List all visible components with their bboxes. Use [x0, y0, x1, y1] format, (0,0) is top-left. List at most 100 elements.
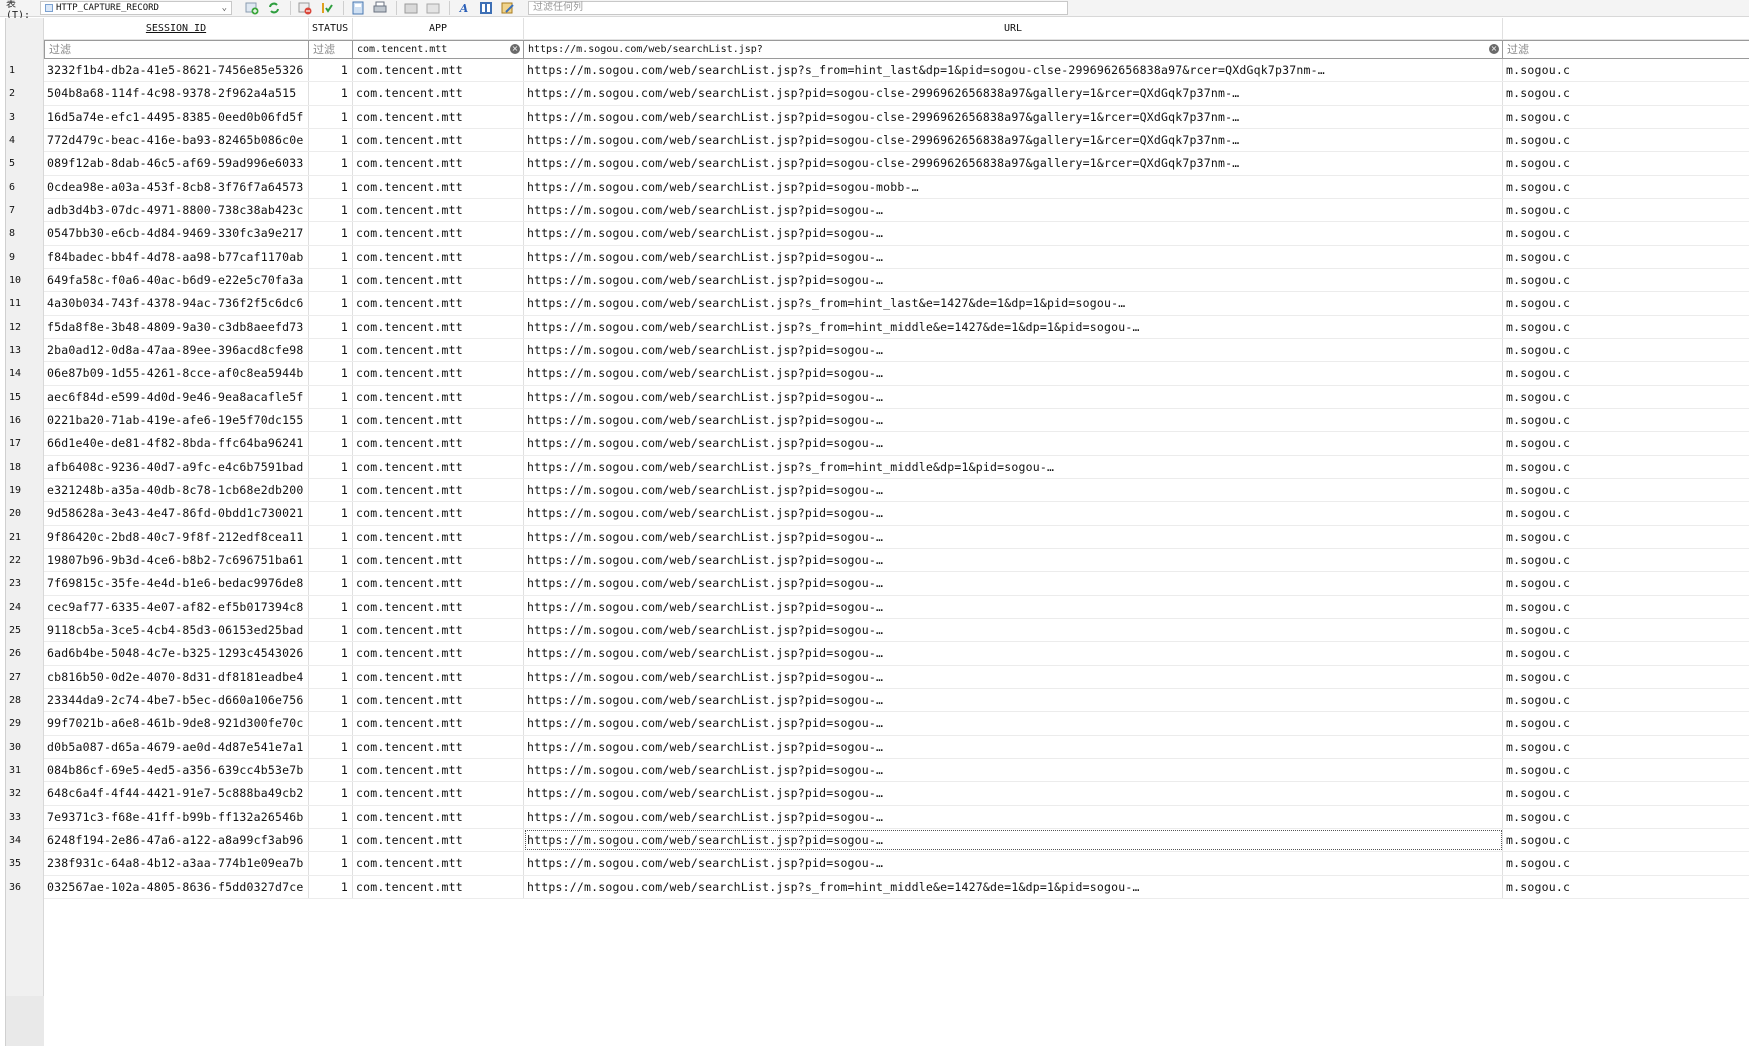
row-number[interactable]: 18 — [6, 456, 44, 479]
table-row[interactable]: 238f931c-64a8-4b12-a3aa-774b1e09ea7b 1 com… — [44, 852, 1749, 876]
status-cell[interactable]: 1 — [309, 59, 353, 82]
session-id-cell[interactable]: 3232f1b4-db2a-41e5-8621-7456e85e5326 — [44, 59, 309, 82]
status-cell[interactable]: 1 — [309, 572, 353, 595]
app-cell[interactable]: com.tencent.mtt — [353, 525, 524, 548]
url-cell[interactable]: https://m.sogou.com/web/searchList.jsp?p… — [524, 338, 1503, 362]
table-row[interactable]: 7f69815c-35fe-4e4d-b1e6-bedac9976de8 1 com… — [44, 572, 1749, 596]
url-cell[interactable]: https://m.sogou.com/web/searchList.jsp?p… — [524, 362, 1503, 385]
host-cell[interactable]: m.sogou.c — [1503, 269, 1749, 291]
session-id-cell[interactable]: 9118cb5a-3ce5-4cb4-85d3-06153ed25bad — [44, 618, 309, 642]
row-number[interactable]: 10 — [6, 269, 44, 292]
session-id-cell[interactable]: 6ad6b4be-5048-4c7e-b325-1293c4543026 — [44, 642, 309, 665]
table-row[interactable]: f84badec-bb4f-4d78-aa98-b77caf1170ab 1 com… — [44, 245, 1749, 269]
app-cell[interactable]: com.tencent.mtt — [353, 59, 524, 82]
status-cell[interactable]: 1 — [309, 805, 353, 828]
font-icon[interactable]: A — [456, 1, 472, 15]
status-cell[interactable]: 1 — [309, 82, 353, 105]
table-row[interactable]: adb3d4b3-07dc-4971-8800-738c38ab423c 1 com… — [44, 198, 1749, 223]
table-row[interactable]: 9118cb5a-3ce5-4cb4-85d3-06153ed25bad 1 com… — [44, 618, 1749, 643]
row-number[interactable]: 2 — [6, 82, 44, 105]
table-select[interactable]: HTTP_CAPTURE_RECORD ⌄ — [40, 1, 232, 15]
row-number[interactable]: 33 — [6, 806, 44, 829]
table-row[interactable]: d0b5a087-d65a-4679-ae0d-4d87e541e7a1 1 com… — [44, 735, 1749, 759]
table-row[interactable]: 66d1e40e-de81-4f82-8bda-ffc64ba96241 1 com… — [44, 432, 1749, 456]
host-cell[interactable]: m.sogou.c — [1503, 316, 1749, 338]
status-cell[interactable]: 1 — [309, 618, 353, 642]
status-cell[interactable]: 1 — [309, 268, 353, 292]
session-id-cell[interactable]: 649fa58c-f0a6-40ac-b6d9-e22e5c70fa3a — [44, 268, 309, 292]
url-cell[interactable]: https://m.sogou.com/web/searchList.jsp?p… — [524, 758, 1503, 782]
url-cell[interactable]: https://m.sogou.com/web/searchList.jsp?p… — [524, 408, 1503, 432]
session-id-cell[interactable]: cb816b50-0d2e-4070-8d31-df8181eadbe4 — [44, 665, 309, 688]
app-cell[interactable]: com.tencent.mtt — [353, 875, 524, 898]
table-row[interactable]: 0547bb30-e6cb-4d84-9469-330fc3a9e217 1 com… — [44, 222, 1749, 246]
url-filter-input[interactable]: https://m.sogou.com/web/searchList.jsp? … — [524, 40, 1503, 59]
host-cell[interactable]: m.sogou.c — [1503, 572, 1749, 594]
url-cell[interactable]: https://m.sogou.com/web/searchList.jsp?p… — [524, 268, 1503, 292]
app-cell[interactable]: com.tencent.mtt — [353, 82, 524, 105]
url-cell[interactable]: https://m.sogou.com/web/searchList.jsp?p… — [524, 735, 1503, 758]
row-number[interactable]: 25 — [6, 619, 44, 642]
url-cell[interactable]: https://m.sogou.com/web/searchList.jsp?p… — [524, 245, 1503, 268]
app-cell[interactable]: com.tencent.mtt — [353, 198, 524, 222]
url-cell[interactable]: https://m.sogou.com/web/searchList.jsp?p… — [524, 198, 1503, 222]
status-cell[interactable]: 1 — [309, 548, 353, 572]
app-cell[interactable]: com.tencent.mtt — [353, 852, 524, 875]
import-icon[interactable] — [425, 1, 441, 15]
app-cell[interactable]: com.tencent.mtt — [353, 128, 524, 152]
status-cell[interactable]: 1 — [309, 758, 353, 782]
session-id-cell[interactable]: 238f931c-64a8-4b12-a3aa-774b1e09ea7b — [44, 852, 309, 875]
app-cell[interactable]: com.tencent.mtt — [353, 152, 524, 175]
row-number[interactable]: 17 — [6, 432, 44, 455]
session-id-cell[interactable]: 6248f194-2e86-47a6-a122-a8a99cf3ab96 — [44, 828, 309, 852]
status-cell[interactable]: 1 — [309, 782, 353, 805]
app-filter-input[interactable]: com.tencent.mtt × — [353, 40, 524, 59]
table-row[interactable]: 032567ae-102a-4805-8636-f5dd0327d7ce 1 com… — [44, 875, 1749, 899]
status-cell[interactable]: 1 — [309, 198, 353, 222]
host-cell[interactable]: m.sogou.c — [1503, 479, 1749, 501]
url-cell[interactable]: https://m.sogou.com/web/searchList.jsp?p… — [524, 385, 1503, 408]
status-cell[interactable]: 1 — [309, 642, 353, 665]
row-number[interactable]: 5 — [6, 152, 44, 175]
table-row[interactable]: e321248b-a35a-40db-8c78-1cb68e2db200 1 com… — [44, 478, 1749, 503]
row-number[interactable]: 11 — [6, 292, 44, 315]
table-row[interactable]: 504b8a68-114f-4c98-9378-2f962a4a515 1 com.… — [44, 82, 1749, 106]
status-cell[interactable]: 1 — [309, 385, 353, 408]
row-number[interactable]: 7 — [6, 199, 44, 222]
status-cell[interactable]: 1 — [309, 362, 353, 385]
column-filter-input[interactable]: 过滤任何列 — [528, 1, 1068, 15]
session-id-cell[interactable]: 0547bb30-e6cb-4d84-9469-330fc3a9e217 — [44, 222, 309, 245]
session-id-cell[interactable]: 0221ba20-71ab-419e-afe6-19e5f70dc155 — [44, 408, 309, 432]
app-cell[interactable]: com.tencent.mtt — [353, 665, 524, 688]
row-number[interactable]: 22 — [6, 549, 44, 572]
app-cell[interactable]: com.tencent.mtt — [353, 338, 524, 362]
row-number[interactable]: 8 — [6, 222, 44, 245]
session-id-cell[interactable]: 9f86420c-2bd8-40c7-9f8f-212edf8cea11 — [44, 525, 309, 548]
table-row[interactable]: aec6f84d-e599-4d0d-9e46-9ea8acafle5f 1 com… — [44, 385, 1749, 409]
status-cell[interactable]: 1 — [309, 152, 353, 175]
status-cell[interactable]: 1 — [309, 245, 353, 268]
app-cell[interactable]: com.tencent.mtt — [353, 618, 524, 642]
table-row[interactable]: 084b86cf-69e5-4ed5-a356-639cc4b53e7b 1 com… — [44, 758, 1749, 783]
host-cell[interactable]: m.sogou.c — [1503, 246, 1749, 268]
row-number[interactable]: 26 — [6, 642, 44, 665]
session-id-cell[interactable]: 4a30b034-743f-4378-94ac-736f2f5c6dc6 — [44, 292, 309, 315]
url-cell[interactable]: https://m.sogou.com/web/searchList.jsp?p… — [524, 548, 1503, 572]
session-id-cell[interactable]: 06e87b09-1d55-4261-8cce-af0c8ea5944b — [44, 362, 309, 385]
status-filter-input[interactable]: 过滤 — [309, 40, 353, 59]
row-number[interactable]: 14 — [6, 362, 44, 385]
status-cell[interactable]: 1 — [309, 665, 353, 688]
app-cell[interactable]: com.tencent.mtt — [353, 688, 524, 712]
session-id-cell[interactable]: 089f12ab-8dab-46c5-af69-59ad996e6033 — [44, 152, 309, 175]
host-cell[interactable]: m.sogou.c — [1503, 666, 1749, 688]
session-id-cell[interactable]: cec9af77-6335-4e07-af82-ef5b017394c8 — [44, 595, 309, 618]
session-id-cell[interactable]: 7f69815c-35fe-4e4d-b1e6-bedac9976de8 — [44, 572, 309, 595]
save-icon[interactable] — [350, 1, 366, 15]
table-row[interactable]: 3232f1b4-db2a-41e5-8621-7456e85e5326 1 com… — [44, 59, 1749, 83]
table-row[interactable]: 6248f194-2e86-47a6-a122-a8a99cf3ab96 1 com… — [44, 828, 1749, 853]
url-cell[interactable]: https://m.sogou.com/web/searchList.jsp?p… — [524, 642, 1503, 665]
url-cell[interactable]: https://m.sogou.com/web/searchList.jsp?p… — [524, 782, 1503, 805]
session-id-cell[interactable]: f84badec-bb4f-4d78-aa98-b77caf1170ab — [44, 245, 309, 268]
status-cell[interactable]: 1 — [309, 175, 353, 198]
host-cell[interactable]: m.sogou.c — [1503, 852, 1749, 874]
